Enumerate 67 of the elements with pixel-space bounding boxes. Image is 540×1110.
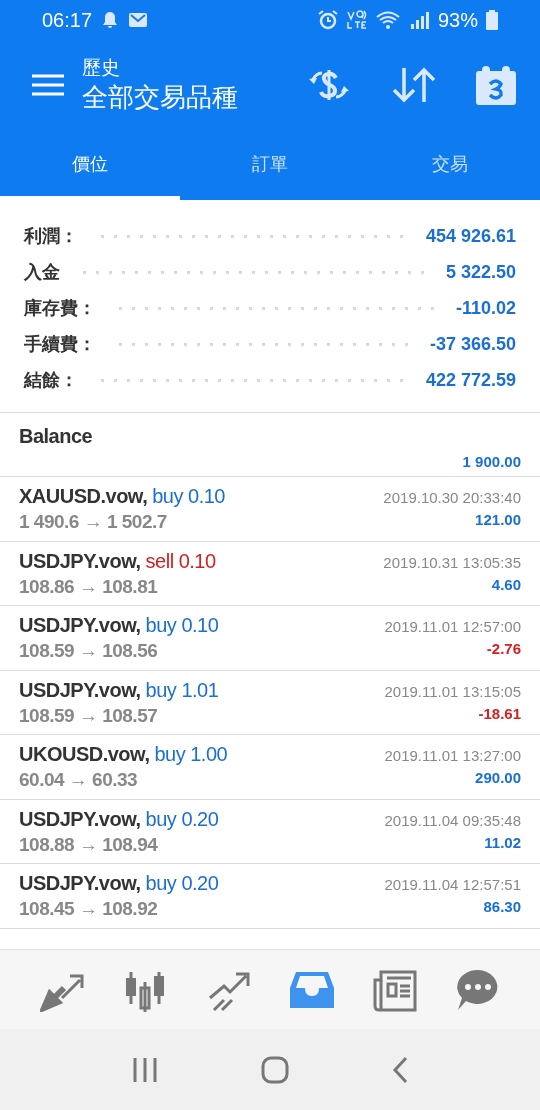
balance-amount: 1 900.00 [462,452,521,472]
calendar-icon[interactable] [476,65,516,105]
summary-label: 利潤： [24,224,78,248]
status-time: 06:17 [42,8,93,33]
trade-time: 2019.10.30 20:33:40 [383,488,521,508]
summary-value: 454 926.61 [425,224,516,248]
summary-label: 結餘： [24,368,78,392]
summary-label: 庫存費： [24,296,96,320]
balance-label: Balance [19,424,94,449]
trade-profit: 290.00 [475,768,521,788]
trade-prices: 108.59 → 108.56 [19,639,159,663]
wifi-icon [375,10,402,30]
trade-symbol: XAUUSD.vow, [19,484,148,509]
summary-label: 手續費： [24,332,96,356]
trade-time: 2019.11.04 12:57:51 [384,875,521,895]
alarm-icon [317,10,338,30]
trade-volume: buy 0.20 [145,871,219,896]
bell-icon [102,11,119,29]
trade-profit: 4.60 [491,574,521,595]
trade-profit: 121.00 [475,510,521,530]
trade-prices: 1 490.6 → 1 502.7 [19,510,168,534]
mail-icon [128,12,149,28]
trade-time: 2019.11.04 09:35:48 [384,810,521,831]
trade-prices: 108.88 → 108.94 [19,832,159,857]
home-icon[interactable] [261,1056,289,1084]
battery-percent: 93% [437,8,478,33]
trade-volume: buy 0.10 [152,484,225,509]
trade-symbol: USDJPY.vow, [19,548,141,574]
back-icon[interactable] [392,1056,409,1084]
trade-symbol: UKOUSD.vow, [19,742,150,767]
trade-profit: 11.02 [484,832,521,853]
trade-volume: buy 0.10 [145,613,219,638]
trade-time: 2019.11.01 12:57:00 [384,617,521,637]
trade-time: 2019.11.01 13:15:05 [384,681,521,702]
trade-volume: buy 0.20 [145,806,219,832]
trade-prices: 108.86 → 108.81 [19,574,159,599]
trade-profit: -18.61 [478,703,521,724]
tab[interactable]: 價位 [0,130,180,200]
summary-value: 5 322.50 [445,260,516,284]
trade-symbol: USDJPY.vow, [19,871,141,896]
battery-icon [486,10,498,30]
screen-subtitle: 歷史 [82,56,121,80]
signal-icon [409,10,430,30]
trade-profit: 86.30 [483,897,521,917]
trade-prices: 108.59 → 108.57 [19,703,159,728]
trade-volume: buy 1.00 [154,742,228,767]
trade-prices: 108.45 → 108.92 [19,897,159,921]
trade-symbol: USDJPY.vow, [19,613,141,638]
trade-time: 2019.11.01 13:27:00 [384,746,521,766]
sort-arrows-icon[interactable] [392,66,436,104]
trade-time: 2019.10.31 13:05:35 [383,552,521,573]
screen-title: 全部交易品種 [82,81,238,114]
summary-value: 422 772.59 [425,368,516,392]
summary-value: -110.02 [455,296,516,320]
tab[interactable]: 交易 [360,130,540,200]
trade-prices: 60.04 → 60.33 [19,768,139,792]
trade-symbol: USDJPY.vow, [19,677,141,703]
summary-label: 入金 [24,260,60,284]
trade-profit: -2.76 [486,639,521,659]
volte-icon [345,10,368,30]
summary-value: -37 366.50 [429,332,516,356]
trade-volume: buy 1.01 [145,677,219,703]
menu-icon[interactable] [32,74,64,96]
trade-symbol: USDJPY.vow, [19,806,141,832]
recent-apps-icon[interactable] [131,1057,158,1083]
trade-volume: sell 0.10 [145,548,216,574]
tab[interactable]: 訂單 [180,130,360,200]
